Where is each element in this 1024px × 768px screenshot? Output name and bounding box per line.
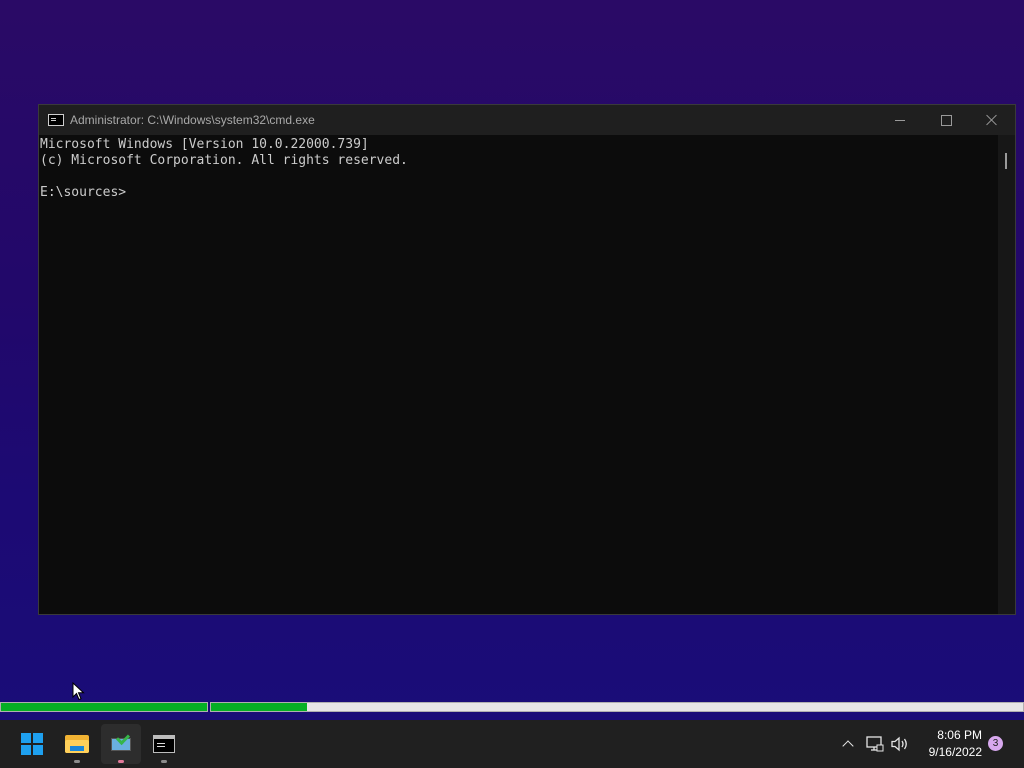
show-hidden-icons-button[interactable] (837, 732, 859, 756)
taskbar-windows-setup[interactable] (101, 724, 141, 764)
close-icon (986, 114, 998, 126)
window-title: Administrator: C:\Windows\system32\cmd.e… (70, 113, 315, 127)
overall-progress-bar (0, 702, 208, 712)
clock-date: 9/16/2022 (928, 745, 982, 759)
clock-time: 8:06 PM (937, 728, 982, 742)
scrollbar-thumb[interactable] (1005, 153, 1007, 169)
windows-logo-icon (21, 733, 43, 755)
running-indicator (161, 760, 167, 763)
taskbar-command-prompt[interactable] (144, 724, 184, 764)
minimize-icon (895, 119, 905, 121)
taskbar (0, 720, 1024, 768)
minimize-button[interactable] (877, 105, 923, 135)
setup-icon (111, 730, 131, 752)
console-line-copyright: (c) Microsoft Corporation. All rights re… (40, 153, 408, 168)
network-button[interactable] (864, 732, 886, 756)
vertical-scrollbar[interactable] (998, 135, 1015, 614)
taskbar-clock[interactable]: 8:06 PM 9/16/2022 (918, 727, 982, 761)
start-button[interactable] (12, 724, 52, 764)
console-output[interactable]: Microsoft Windows [Version 10.0.22000.73… (39, 135, 999, 614)
notification-badge[interactable]: 3 (988, 736, 1003, 751)
cmd-window[interactable]: Administrator: C:\Windows\system32\cmd.e… (38, 104, 1016, 615)
current-progress-bar (210, 702, 1024, 712)
mouse-pointer-icon (72, 682, 85, 701)
volume-button[interactable] (889, 732, 911, 756)
running-indicator (74, 760, 80, 763)
titlebar[interactable]: Administrator: C:\Windows\system32\cmd.e… (39, 105, 1015, 135)
close-button[interactable] (969, 105, 1015, 135)
cmd-icon (153, 735, 175, 753)
maximize-button[interactable] (923, 105, 969, 135)
taskbar-file-explorer[interactable] (57, 724, 97, 764)
overall-progress-fill (1, 703, 207, 711)
cmd-icon (48, 114, 64, 126)
folder-icon (65, 735, 89, 753)
command-prompt-line[interactable]: E:\sources> (40, 185, 999, 201)
active-indicator (118, 760, 124, 763)
window-controls (877, 105, 1015, 135)
volume-icon (891, 736, 907, 752)
network-icon (866, 736, 884, 752)
chevron-up-icon (842, 740, 854, 752)
setup-progress (0, 702, 1024, 714)
current-progress-fill (211, 703, 307, 711)
console-line-version: Microsoft Windows [Version 10.0.22000.73… (40, 137, 369, 152)
maximize-icon (940, 114, 952, 126)
